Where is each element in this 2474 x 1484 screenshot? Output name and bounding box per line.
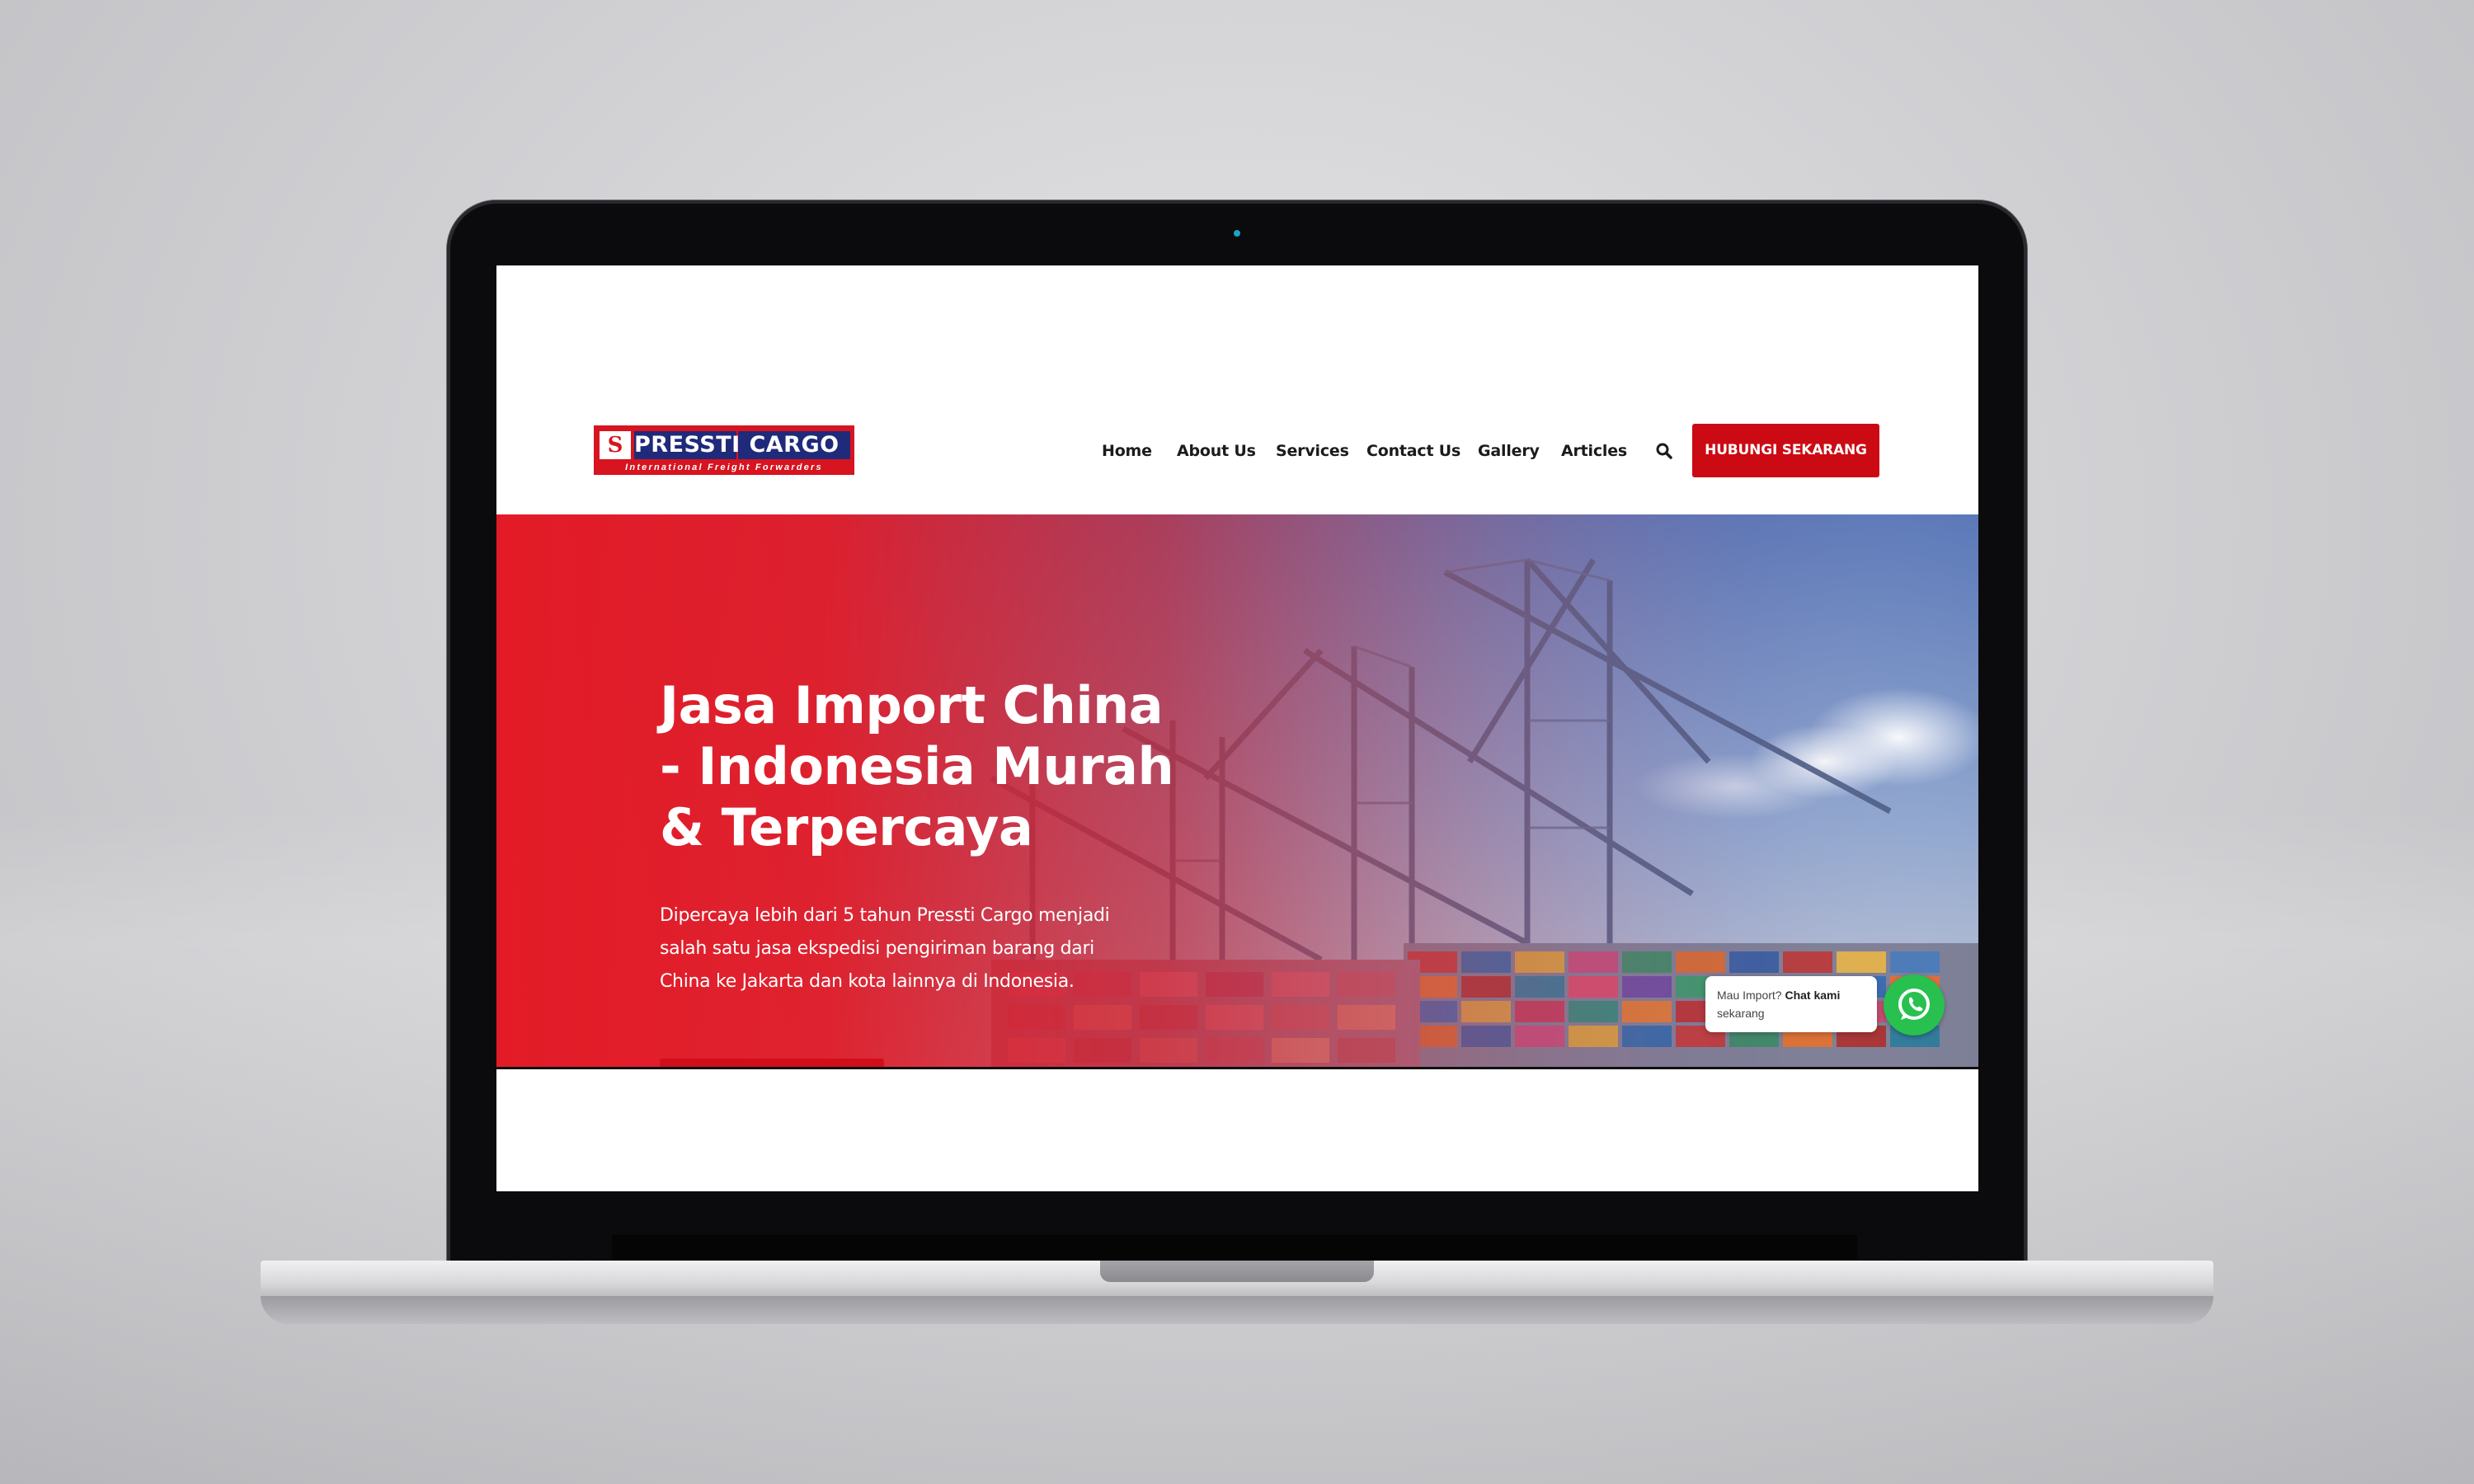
logo-tagline: International Freight Forwarders bbox=[625, 463, 823, 472]
hubungi-sekarang-button[interactable]: HUBUNGI SEKARANG bbox=[1692, 424, 1879, 477]
nav-home[interactable]: Home bbox=[1102, 441, 1152, 461]
hero-description-line-2: salah satu jasa ekspedisi pengiriman bar… bbox=[660, 938, 1094, 959]
whatsapp-icon[interactable] bbox=[1884, 974, 1945, 1036]
laptop-base-edge bbox=[261, 1296, 2213, 1324]
hero-title-line-3: & Terpercaya bbox=[660, 797, 1033, 857]
hero-title: Jasa Import China - Indonesia Murah & Te… bbox=[660, 675, 1174, 858]
nav-about-us[interactable]: About Us bbox=[1177, 441, 1256, 461]
whatsapp-action-text-line-2: sekarang bbox=[1717, 1007, 1765, 1020]
logo-word-pressti: PRESSTI bbox=[634, 431, 741, 459]
search-icon[interactable] bbox=[1655, 442, 1673, 460]
laptop-notch bbox=[1100, 1261, 1374, 1282]
nav-gallery[interactable]: Gallery bbox=[1478, 441, 1540, 461]
hero-description-line-1: Dipercaya lebih dari 5 tahun Pressti Car… bbox=[660, 905, 1110, 926]
laptop-camera bbox=[1234, 230, 1240, 237]
pressti-cargo-logo[interactable]: S PRESSTI CARGO International Freight Fo… bbox=[594, 425, 854, 475]
website-screen: S PRESSTI CARGO International Freight Fo… bbox=[496, 265, 1978, 1191]
site-header: S PRESSTI CARGO International Freight Fo… bbox=[496, 265, 1978, 514]
nav-contact-us[interactable]: Contact Us bbox=[1366, 441, 1460, 461]
whatsapp-prompt-text: Mau Import? bbox=[1717, 989, 1785, 1002]
hero-description-line-3: China ke Jakarta dan kota lainnya di Ind… bbox=[660, 971, 1075, 992]
nav-articles[interactable]: Articles bbox=[1561, 441, 1627, 461]
logo-emblem: S bbox=[600, 431, 631, 459]
whatsapp-chat-prompt[interactable]: Mau Import? Chat kami sekarang bbox=[1705, 976, 1877, 1032]
hero-divider bbox=[496, 1067, 1978, 1069]
hero-description: Dipercaya lebih dari 5 tahun Pressti Car… bbox=[660, 899, 1122, 998]
hero-title-line-1: Jasa Import China bbox=[660, 675, 1164, 735]
logo-word-cargo: CARGO bbox=[738, 431, 850, 459]
hero-title-line-2: - Indonesia Murah bbox=[660, 736, 1174, 796]
nav-services[interactable]: Services bbox=[1276, 441, 1349, 461]
whatsapp-action-text: Chat kami bbox=[1785, 989, 1841, 1002]
